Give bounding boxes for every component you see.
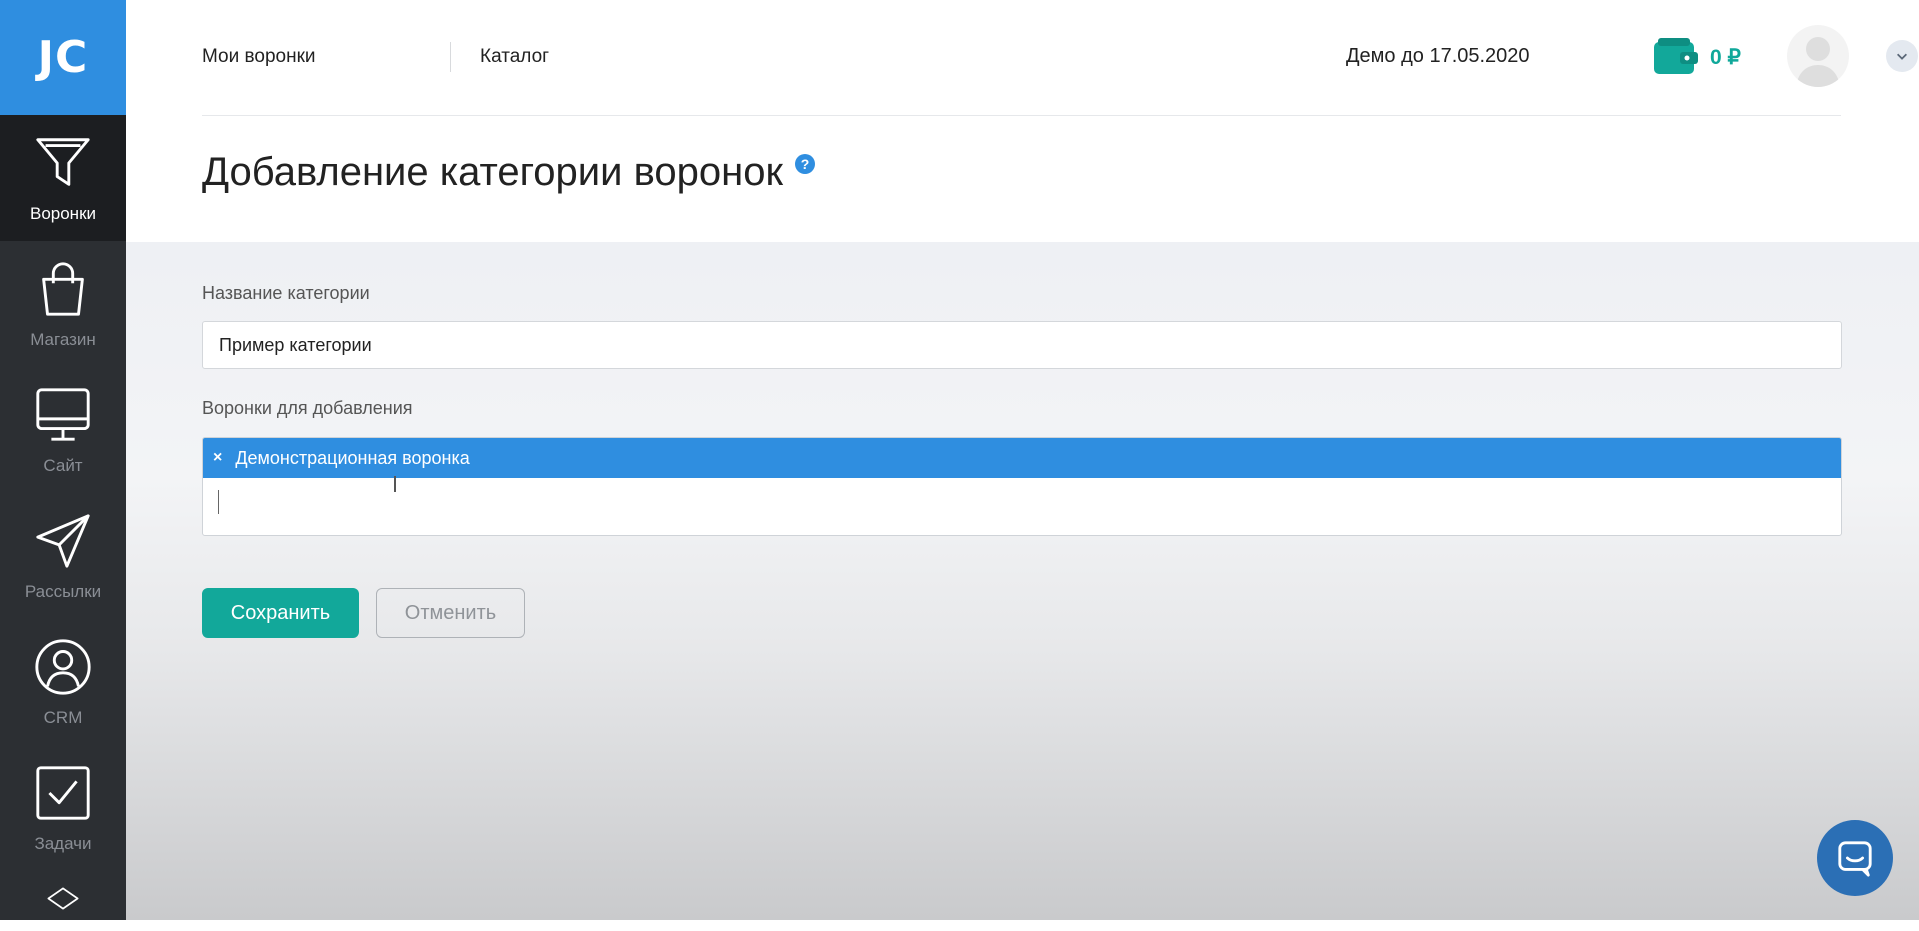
- nav-divider: [450, 42, 451, 72]
- checkbox-icon: [36, 766, 90, 820]
- shopping-bag-icon: [42, 262, 84, 316]
- funnels-label: Воронки для добавления: [202, 398, 413, 418]
- category-name-label: Название категории: [202, 283, 370, 303]
- remove-tag-icon[interactable]: ×: [213, 449, 222, 467]
- top-navigation: Мои воронки Каталог Демо до 17.05.2020 0…: [202, 0, 1918, 116]
- save-button[interactable]: Сохранить: [202, 588, 359, 638]
- user-circle-icon: [35, 639, 91, 695]
- sidebar-item-mailings[interactable]: Рассылки: [0, 493, 126, 619]
- funnel-icon: [36, 138, 90, 186]
- monitor-icon: [36, 388, 90, 441]
- chat-icon: [1838, 841, 1872, 877]
- category-name-input[interactable]: [202, 321, 1842, 369]
- funnels-multiselect[interactable]: × Демонстрационная воронка: [202, 437, 1842, 536]
- sidebar-item-more[interactable]: [0, 871, 126, 931]
- sidebar-item-tasks[interactable]: Задачи: [0, 745, 126, 871]
- paper-plane-icon: [36, 514, 90, 568]
- sidebar-item-shop[interactable]: Магазин: [0, 241, 126, 367]
- chevron-down-icon: [1897, 53, 1907, 60]
- sidebar-item-label: Сайт: [43, 456, 83, 475]
- header-area: Мои воронки Каталог Демо до 17.05.2020 0…: [126, 0, 1919, 242]
- avatar[interactable]: [1787, 25, 1849, 87]
- page-title: Добавление категории воронок: [202, 150, 783, 194]
- sidebar-item-crm[interactable]: CRM: [0, 619, 126, 745]
- sidebar-item-label: Воронки: [29, 204, 97, 223]
- selected-funnel-label: Демонстрационная воронка: [235, 447, 470, 468]
- nav-link-catalog[interactable]: Каталог: [480, 46, 549, 68]
- app-logo[interactable]: JC: [0, 0, 126, 115]
- mouse-cursor-ibeam: [394, 476, 396, 492]
- sidebar-item-label: Задачи: [34, 834, 92, 853]
- sidebar: JC Воронки Магазин Сайт Рассылки CRM Зад…: [0, 0, 126, 920]
- chat-widget-button[interactable]: [1817, 820, 1893, 896]
- sidebar-item-site[interactable]: Сайт: [0, 367, 126, 493]
- help-icon[interactable]: ?: [795, 154, 815, 174]
- nav-link-my-funnels[interactable]: Мои воронки: [202, 46, 316, 68]
- sidebar-item-label: Рассылки: [24, 582, 102, 601]
- demo-expiry-text: Демо до 17.05.2020: [1346, 45, 1530, 67]
- selected-funnel-tag: × Демонстрационная воронка: [203, 438, 1841, 478]
- wallet-icon[interactable]: [1654, 38, 1698, 76]
- main-area: Мои воронки Каталог Демо до 17.05.2020 0…: [126, 0, 1919, 920]
- sidebar-item-funnels[interactable]: Воронки: [0, 115, 126, 241]
- text-caret: [218, 490, 219, 514]
- sidebar-item-label: CRM: [43, 708, 83, 727]
- balance-amount[interactable]: 0 ₽: [1710, 45, 1741, 70]
- cancel-button[interactable]: Отменить: [376, 588, 525, 638]
- sidebar-item-label: Магазин: [30, 330, 96, 349]
- account-dropdown-button[interactable]: [1886, 40, 1918, 72]
- user-silhouette-icon: [1796, 37, 1840, 87]
- layers-icon: [47, 887, 79, 910]
